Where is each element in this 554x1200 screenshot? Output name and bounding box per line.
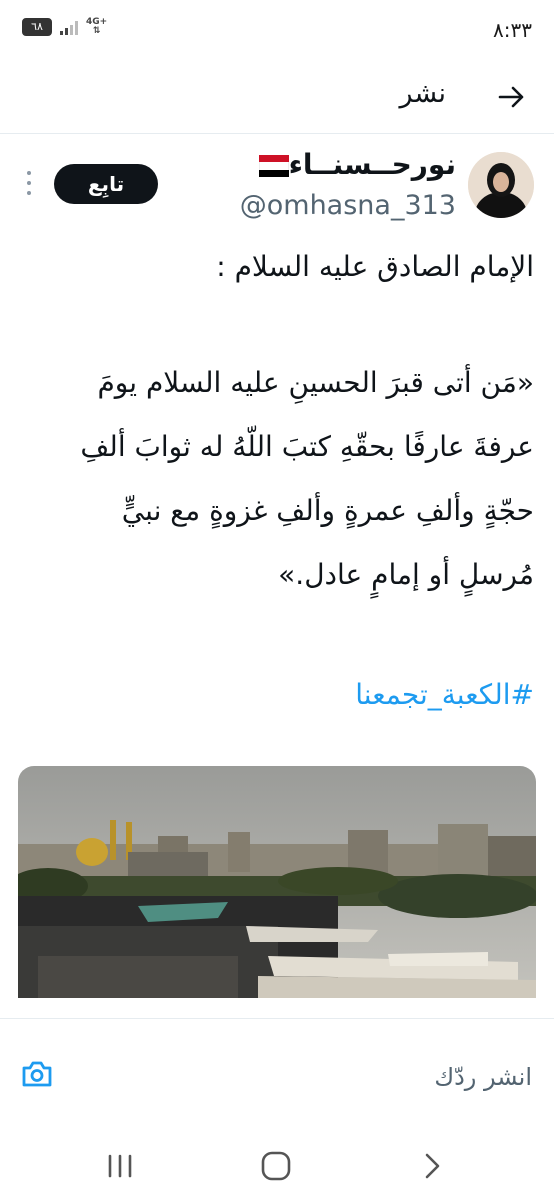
page-title: نشر — [399, 78, 447, 109]
camera-icon[interactable] — [20, 1059, 54, 1089]
signal-icon — [60, 19, 78, 35]
avatar[interactable] — [468, 152, 534, 218]
tweet-text-line: عرفةَ عارفًا بحقّهِ كتبَ اللّهُ له ثوابَ… — [80, 430, 534, 463]
tweet-image[interactable] — [18, 766, 536, 998]
hashtag-link[interactable]: #الكعبة_تجمعنا — [355, 678, 534, 711]
tweet-text-line: مُرسلٍ أو إمامٍ عادل.» — [278, 558, 534, 591]
reply-input[interactable]: انشر ردّك — [434, 1063, 532, 1091]
home-icon[interactable] — [258, 1150, 294, 1182]
username[interactable]: @omhasna_313 — [240, 190, 456, 221]
tweet-text-line: «مَن أتى قبرَ الحسينِ عليه السلام يومَ — [97, 366, 534, 399]
recents-icon[interactable] — [102, 1150, 138, 1182]
status-bar: ٦٨ 4G+ ⇅ ٨:٣٣ — [0, 0, 554, 62]
app-header: نشر — [0, 62, 554, 134]
system-nav-bar — [0, 1130, 554, 1200]
battery-indicator: ٦٨ — [22, 18, 52, 36]
tweet-text-line: حجّةٍ وألفِ عمرةٍ وألفِ غزوةٍ مع نبيٍّ — [121, 494, 534, 527]
more-options-icon[interactable] — [22, 168, 36, 198]
network-type: 4G+ ⇅ — [86, 17, 108, 36]
back-chevron-icon[interactable] — [414, 1150, 450, 1182]
follow-button[interactable]: تابِع — [54, 164, 158, 204]
reply-bar: انشر ردّك — [0, 1018, 554, 1128]
iraq-flag-icon — [258, 155, 289, 177]
status-icons: ٦٨ 4G+ ⇅ — [22, 18, 107, 36]
display-name[interactable]: نورحــسنــاء — [253, 148, 456, 181]
display-name-text: نورحــسنــاء — [288, 148, 456, 181]
tweet-text-line: الإمام الصادق عليه السلام : — [216, 250, 534, 283]
status-time: ٨:٣٣ — [493, 18, 532, 42]
arrow-right-icon[interactable] — [494, 80, 528, 114]
